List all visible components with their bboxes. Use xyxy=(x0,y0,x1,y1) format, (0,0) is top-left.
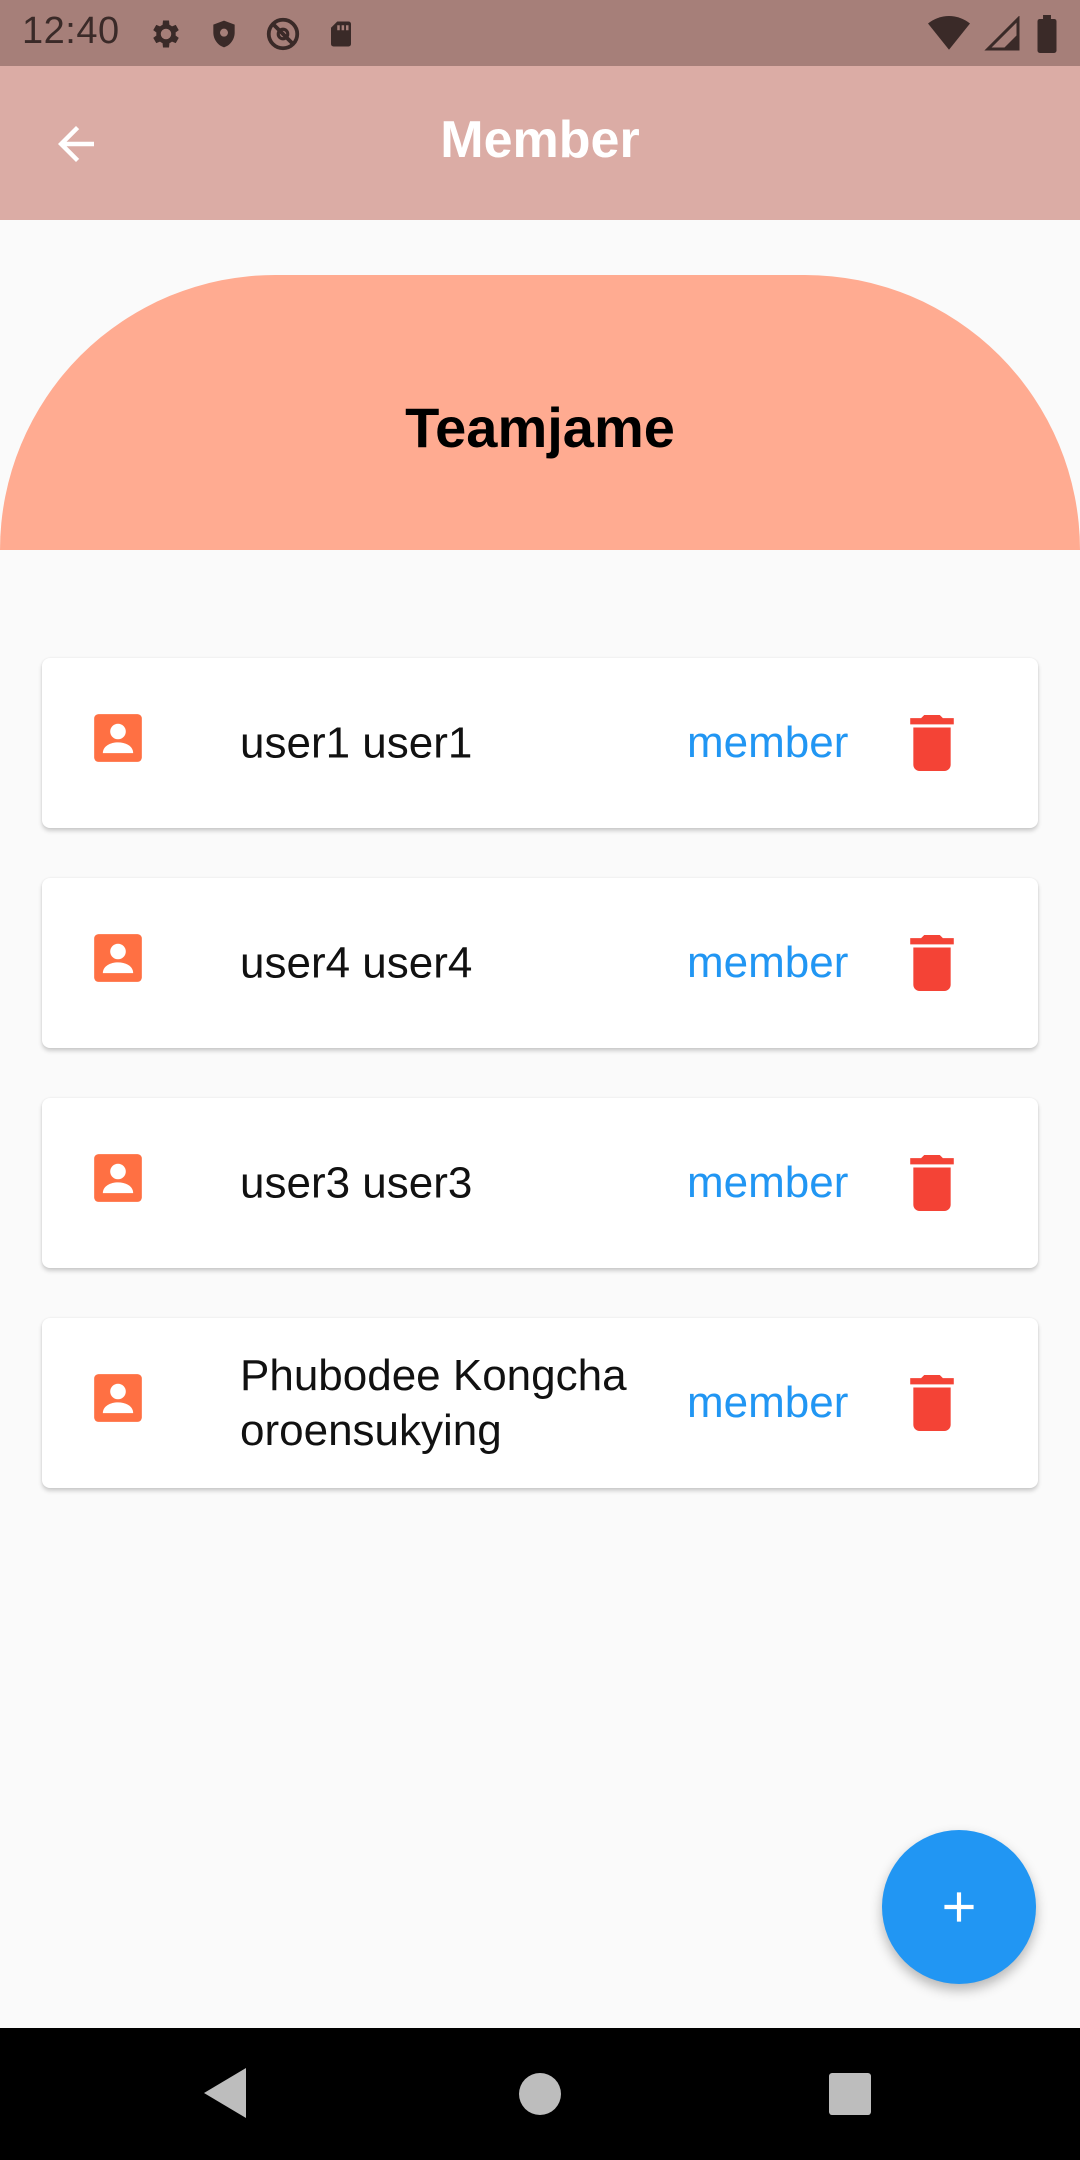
page-title: Member xyxy=(440,111,640,169)
member-card[interactable]: user1 user1 member xyxy=(42,658,1038,828)
sd-card-icon xyxy=(331,21,351,47)
member-role: member xyxy=(687,938,849,987)
team-name: Teamjame xyxy=(405,396,675,459)
gear-icon xyxy=(153,20,179,48)
status-bar: 12:40 xyxy=(0,0,1080,66)
navigation-bar xyxy=(0,2028,1080,2160)
member-role: member xyxy=(687,1378,849,1427)
member-card[interactable]: Phubodee Kongchaoroensukying member xyxy=(42,1318,1038,1488)
trash-icon xyxy=(910,715,954,771)
team-header: Teamjame xyxy=(0,275,1080,550)
contact-avatar-icon xyxy=(94,1374,142,1422)
contact-avatar-icon xyxy=(94,934,142,982)
member-name: Phubodee Kongchaoroensukying xyxy=(240,1351,627,1455)
delete-member-button[interactable] xyxy=(902,713,962,773)
member-card[interactable]: user3 user3 member xyxy=(42,1098,1038,1268)
member-card[interactable]: user4 user4 member xyxy=(42,878,1038,1048)
wifi-icon xyxy=(928,16,970,50)
member-name: user4 user4 xyxy=(240,938,473,988)
trash-icon xyxy=(910,1155,954,1211)
status-icons-left xyxy=(148,14,356,54)
member-name: user1 user1 xyxy=(240,718,473,768)
contact-avatar-icon xyxy=(94,1154,142,1202)
do-not-disturb-icon xyxy=(266,17,300,51)
plus-icon xyxy=(944,1892,974,1922)
status-icons-right xyxy=(928,14,1058,54)
shield-icon xyxy=(213,20,235,48)
nav-recents-icon[interactable] xyxy=(829,2073,871,2115)
app-bar: Member xyxy=(0,66,1080,220)
member-name: user3 user3 xyxy=(240,1158,473,1208)
status-time: 12:40 xyxy=(22,10,120,52)
nav-home-icon[interactable] xyxy=(519,2073,561,2115)
delete-member-button[interactable] xyxy=(902,933,962,993)
nav-back-icon[interactable] xyxy=(204,2068,248,2118)
contact-avatar-icon xyxy=(94,714,142,762)
delete-member-button[interactable] xyxy=(902,1153,962,1213)
delete-member-button[interactable] xyxy=(902,1373,962,1433)
member-role: member xyxy=(687,718,849,767)
trash-icon xyxy=(910,1375,954,1431)
member-role: member xyxy=(687,1158,849,1207)
add-member-button[interactable] xyxy=(882,1830,1036,1984)
battery-icon xyxy=(1037,15,1057,53)
signal-icon xyxy=(984,16,1020,51)
trash-icon xyxy=(910,935,954,991)
